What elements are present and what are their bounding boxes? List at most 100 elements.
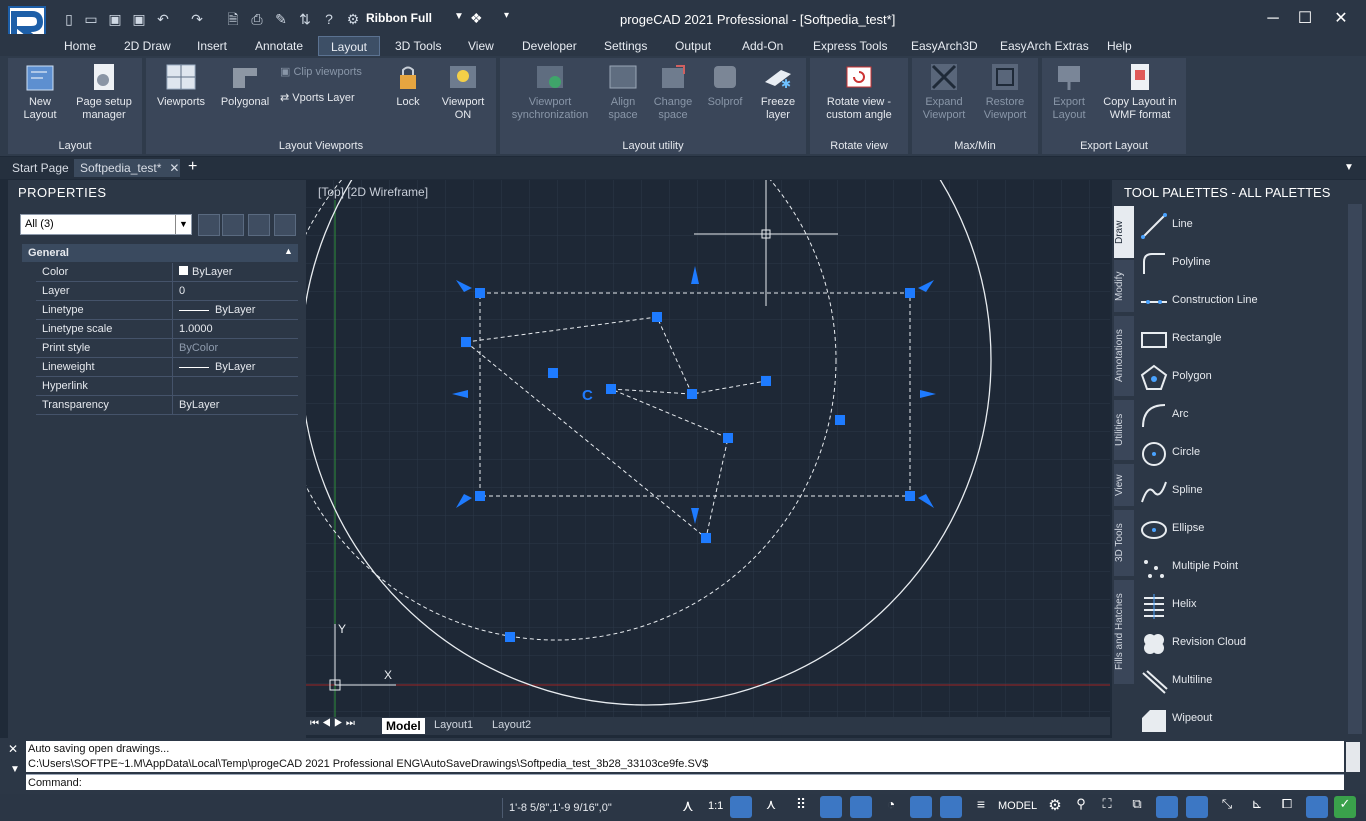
polygonal-button[interactable]: Polygonal (216, 62, 274, 109)
tool-revision-cloud[interactable]: Revision Cloud (1136, 624, 1346, 662)
filter-icon[interactable] (274, 214, 296, 236)
tab-2d-draw[interactable]: 2D Draw (116, 36, 179, 56)
close-icon[interactable]: ✕ (8, 742, 18, 756)
command-input[interactable]: Command: (26, 774, 1344, 790)
gear-icon[interactable]: ⚙ (1044, 796, 1066, 818)
open-icon[interactable]: ▭ (82, 10, 100, 28)
clip-viewports-button[interactable]: ▣ Clip viewports (280, 66, 390, 79)
help-icon[interactable]: ? (320, 10, 338, 28)
grid-icon[interactable] (820, 796, 842, 818)
customize-qat-icon[interactable]: ▾ (504, 10, 509, 21)
model-space-toggle[interactable]: MODEL (998, 800, 1037, 812)
properties-toggle-icon[interactable] (1306, 796, 1328, 818)
tool-helix[interactable]: Helix (1136, 586, 1346, 624)
add-tab-icon[interactable]: + (188, 158, 197, 176)
tab-layout1[interactable]: Layout1 (434, 719, 473, 731)
chevron-down-icon[interactable]: ▼ (454, 11, 464, 22)
tab-annotate[interactable]: Annotate (247, 36, 311, 56)
tab-home[interactable]: Home (56, 36, 104, 56)
copy-layout-wmf-button[interactable]: Copy Layout in WMF format (1096, 62, 1184, 122)
palette-tab-fills-and-hatches[interactable]: Fills and Hatches (1114, 580, 1134, 684)
preview-icon[interactable]: 🗎 (224, 10, 242, 28)
saveas-icon[interactable]: ▣ (130, 10, 148, 28)
print-icon[interactable]: ⎙ (248, 10, 266, 28)
dynamic-input-icon[interactable] (1156, 796, 1178, 818)
coordinates-readout[interactable]: 1'-8 5/8",1'-9 9/16",0" (502, 798, 700, 818)
tab-start-page[interactable]: Start Page (6, 159, 75, 177)
property-row[interactable]: Print style ByColor (36, 339, 298, 358)
tool-polyline[interactable]: Polyline (1136, 244, 1346, 282)
viewport-on-button[interactable]: Viewport ON (432, 62, 494, 122)
toggle-pickadd-icon[interactable] (198, 214, 220, 236)
auto-scale-icon[interactable]: ⋏ (760, 796, 782, 818)
palette-tab-utilities[interactable]: Utilities (1114, 400, 1134, 460)
select-objects-icon[interactable] (222, 214, 244, 236)
chevron-down-icon[interactable]: ▼ (1344, 162, 1354, 173)
palette-scrollbar[interactable] (1348, 204, 1362, 734)
palette-tab-modify[interactable]: Modify (1114, 260, 1134, 312)
tab-document[interactable]: Softpedia_test* ✕ (74, 159, 180, 177)
drawing-canvas[interactable]: C (275, 14, 1110, 718)
tab-nav-arrows[interactable]: ⏮◀▶⏭ (310, 718, 358, 729)
checkmark-icon[interactable]: ✓ (1334, 796, 1356, 818)
viewports-button[interactable]: Viewports (148, 62, 214, 109)
redo-icon[interactable]: ↷ (188, 10, 206, 28)
tab-layout[interactable]: Layout (318, 36, 380, 56)
freeze-layer-button[interactable]: ✱ Freeze layer (752, 62, 804, 122)
expand-viewport-button[interactable]: Expand Viewport (916, 62, 972, 122)
palette-tab-3d-tools[interactable]: 3D Tools (1114, 510, 1134, 576)
property-row[interactable]: Linetype ByLayer (36, 301, 298, 320)
minimize-button[interactable]: ─ (1258, 8, 1288, 30)
fullscreen-icon[interactable]: ⛶ (1096, 796, 1118, 818)
annotation-visibility-icon[interactable] (730, 796, 752, 818)
ucs-icon[interactable]: ⊾ (1246, 796, 1268, 818)
vports-layer-button[interactable]: ⇄ Vports Layer (280, 92, 390, 105)
tab-developer[interactable]: Developer (514, 36, 585, 56)
change-space-button[interactable]: Change space (648, 62, 698, 122)
quick-select-icon[interactable] (248, 214, 270, 236)
isolate-icon[interactable]: ⧠ (1276, 796, 1298, 818)
property-row[interactable]: Lineweight ByLayer (36, 358, 298, 377)
new-icon[interactable]: ▯ (60, 10, 78, 28)
property-row[interactable]: Hyperlink (36, 377, 298, 396)
collapse-icon[interactable]: ▲ (284, 246, 293, 256)
tool-wipeout[interactable]: Wipeout (1136, 700, 1346, 738)
settings-icon[interactable]: ⚙ (344, 10, 362, 28)
new-layout-button[interactable]: New Layout (12, 62, 68, 122)
chevron-down-icon[interactable]: ▼ (175, 215, 191, 234)
tab-model[interactable]: Model (382, 718, 425, 734)
tool-line[interactable]: Line (1136, 206, 1346, 244)
match-icon[interactable]: ✎ (272, 10, 290, 28)
annotation-scale-icon[interactable]: ⋏ (682, 796, 694, 816)
lock-button[interactable]: Lock (386, 62, 430, 109)
property-group-general[interactable]: General (22, 244, 298, 262)
tool-arc[interactable]: Arc (1136, 396, 1346, 434)
palette-tab-draw[interactable]: Draw (1114, 206, 1134, 258)
view-label[interactable]: [Top] [2D Wireframe] (318, 185, 428, 199)
tool-multiline[interactable]: Multiline (1136, 662, 1346, 700)
polar-icon[interactable]: ◔ (880, 796, 902, 818)
close-icon[interactable]: ✕ (169, 161, 179, 175)
page-setup-button[interactable]: Page setup manager (70, 62, 138, 122)
maximize-button[interactable]: ☐ (1290, 8, 1320, 30)
property-row[interactable]: Layer 0 (36, 282, 298, 301)
tab-easyarch3d[interactable]: EasyArch3D (903, 36, 986, 56)
restore-viewport-button[interactable]: Restore Viewport (976, 62, 1034, 122)
sync-icon[interactable]: ⇅ (296, 10, 314, 28)
quick-properties-icon[interactable] (1186, 796, 1208, 818)
tool-ellipse[interactable]: Ellipse (1136, 510, 1346, 548)
selection-dropdown[interactable]: All (3) ▼ (20, 214, 192, 235)
tool-construction-line[interactable]: Construction Line (1136, 282, 1346, 320)
workspace-selector[interactable]: Ribbon Full (366, 11, 432, 25)
tool-circle[interactable]: Circle (1136, 434, 1346, 472)
export-layout-button[interactable]: Export Layout (1044, 62, 1094, 122)
otrack-icon[interactable] (940, 796, 962, 818)
tab-3d-tools[interactable]: 3D Tools (387, 36, 449, 56)
rotate-view-button[interactable]: Rotate view - custom angle (814, 62, 904, 122)
tab-easyarch-extras[interactable]: EasyArch Extras (992, 36, 1097, 56)
tab-add-on[interactable]: Add-On (734, 36, 791, 56)
lock-icon[interactable]: ⚲ (1070, 796, 1092, 818)
tab-view[interactable]: View (460, 36, 502, 56)
align-space-button[interactable]: Align space (600, 62, 646, 122)
tab-insert[interactable]: Insert (189, 36, 235, 56)
